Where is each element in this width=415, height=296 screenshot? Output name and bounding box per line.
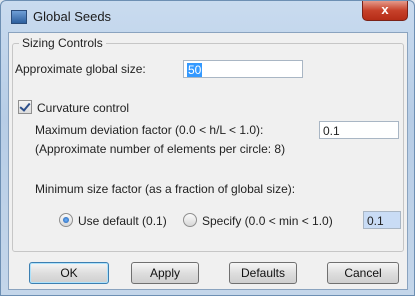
title-bar[interactable]: Global Seeds x — [1, 1, 414, 31]
specify-input[interactable]: 0.1 — [363, 211, 401, 229]
defaults-button[interactable]: Defaults — [229, 262, 297, 284]
app-icon — [11, 10, 27, 24]
curvature-checkbox-label: Curvature control — [37, 101, 130, 115]
cancel-button[interactable]: Cancel — [327, 262, 399, 284]
curvature-checkbox[interactable] — [18, 100, 32, 114]
global-size-value: 50 — [187, 63, 203, 77]
use-default-label: Use default (0.1) — [78, 214, 167, 228]
specify-label: Specify (0.0 < min < 1.0) — [202, 214, 333, 228]
min-size-label: Minimum size factor (as a fraction of gl… — [35, 182, 296, 196]
global-size-input[interactable]: 50 — [183, 60, 303, 78]
window-title: Global Seeds — [33, 9, 112, 24]
specify-option[interactable]: Specify (0.0 < min < 1.0) — [183, 213, 333, 228]
max-deviation-input[interactable]: 0.1 — [319, 121, 399, 139]
use-default-radio[interactable] — [59, 213, 73, 227]
max-deviation-label: Maximum deviation factor (0.0 < h/L < 1.… — [35, 123, 264, 137]
specify-radio[interactable] — [183, 213, 197, 227]
global-seeds-dialog: Global Seeds x Sizing Controls Approxima… — [0, 0, 415, 296]
sizing-controls-group: Sizing Controls Approximate global size:… — [12, 36, 404, 252]
dialog-body: Sizing Controls Approximate global size:… — [8, 32, 408, 290]
close-button[interactable]: x — [362, 1, 408, 21]
apply-button[interactable]: Apply — [131, 262, 199, 284]
ok-button[interactable]: OK — [29, 262, 109, 284]
approx-elements-note: (Approximate number of elements per circ… — [35, 142, 286, 156]
group-legend: Sizing Controls — [19, 36, 106, 50]
use-default-option[interactable]: Use default (0.1) — [59, 213, 167, 228]
curvature-control-row[interactable]: Curvature control — [18, 100, 129, 115]
global-size-label: Approximate global size: — [15, 62, 146, 76]
